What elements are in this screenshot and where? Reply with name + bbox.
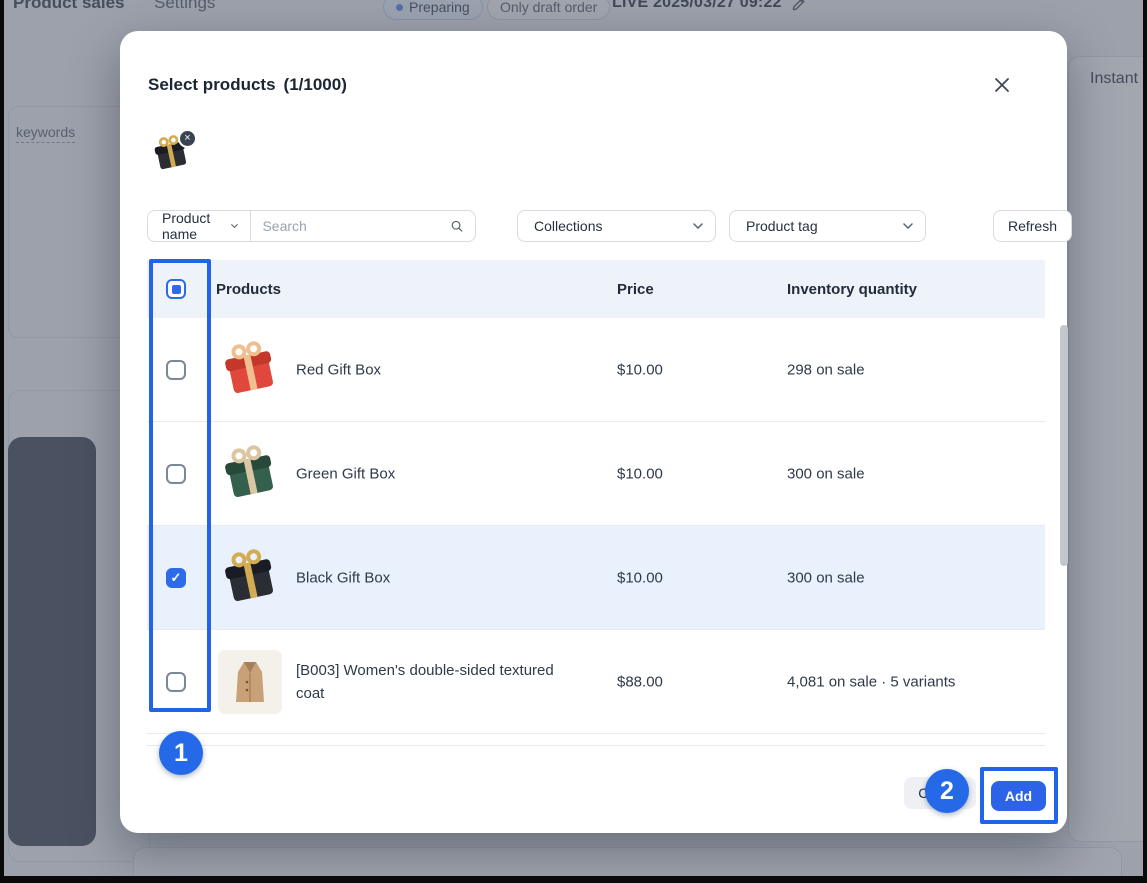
product-price: $10.00 [617,361,663,378]
remove-chip-icon[interactable]: × [178,129,197,148]
product-price: $88.00 [617,673,663,690]
black-gift-box-image [225,548,273,601]
dialog-count: (1/1000) [283,75,347,94]
collections-dropdown[interactable]: Collections [517,210,716,242]
scrollbar-thumb[interactable] [1060,325,1068,566]
search-type-dropdown[interactable]: Product name [148,210,250,242]
collections-label: Collections [534,218,603,234]
table-row-selected[interactable]: ✓ Black Gift Box $10.00 300 on sale [147,526,1045,630]
coat-image [218,649,282,714]
product-name: [B003] Women's double-sided textured coa… [296,661,554,702]
column-products: Products [216,280,282,298]
product-inventory: 300 on sale [787,569,865,586]
search-input[interactable] [250,218,452,234]
product-tag-label: Product tag [746,218,818,234]
product-name: Green Gift Box [296,464,396,482]
annotation-step-2: 2 [925,769,969,813]
table-row-partial [147,734,1045,746]
product-price: $10.00 [617,465,663,482]
search-icon[interactable] [451,218,463,234]
chevron-down-icon [230,224,238,229]
screenshot-frame: Product sales Settings Preparing Only dr… [0,0,1147,883]
filter-bar: Product name Collections Product tag Ref… [147,210,1072,242]
red-gift-box-image [225,340,273,393]
selected-product-chip: × [150,129,197,175]
column-inventory: Inventory quantity [787,280,918,298]
product-tag-dropdown[interactable]: Product tag [729,210,926,242]
annotation-box-checkbox-column [149,259,211,712]
green-gift-box-image [225,444,273,497]
product-inventory: 300 on sale [787,465,865,482]
table-row[interactable]: [B003] Women's double-sided textured coa… [147,630,1045,734]
product-name: Black Gift Box [296,568,391,586]
product-name: Red Gift Box [296,360,382,378]
search-type-label: Product name [162,210,211,242]
search-combo: Product name [147,210,476,242]
page-background: Product sales Settings Preparing Only dr… [4,0,1143,876]
select-products-dialog: Select products (1/1000) × Product name … [120,31,1072,833]
product-inventory: 298 on sale [787,361,865,378]
table-row[interactable]: Green Gift Box $10.00 300 on sale [147,422,1045,526]
refresh-button[interactable]: Refresh [993,210,1072,242]
products-table: Products Price Inventory quantity Red Gi… [147,260,1045,746]
chevron-down-icon [693,223,703,229]
product-inventory: 4,081 on sale · 5 variants [787,673,956,690]
dialog-title: Select products (1/1000) [148,75,347,95]
dialog-title-text: Select products [148,75,276,94]
annotation-step-1: 1 [159,731,203,775]
close-icon[interactable] [988,71,1016,99]
annotation-box-add-button [980,767,1058,824]
table-header: Products Price Inventory quantity [147,260,1045,318]
chevron-down-icon [903,223,913,229]
table-row[interactable]: Red Gift Box $10.00 298 on sale [147,318,1045,422]
product-price: $10.00 [617,569,663,586]
column-price: Price [617,280,654,298]
